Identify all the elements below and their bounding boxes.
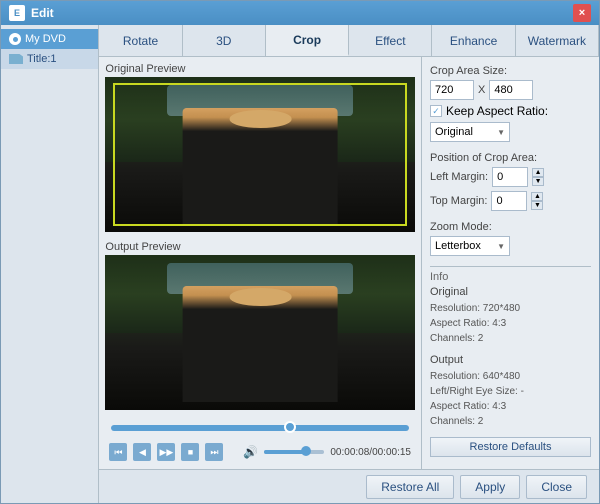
zoom-dropdown-row: Letterbox ▼ xyxy=(430,236,591,256)
crop-position-group: Position of Crop Area: Left Margin: ▲ ▼ … xyxy=(430,152,591,211)
crop-area-size-group: Crop Area Size: X Keep Aspect Ratio: xyxy=(430,65,591,142)
left-margin-down[interactable]: ▼ xyxy=(532,177,544,186)
restore-defaults-button[interactable]: Restore Defaults xyxy=(430,437,591,457)
tabs-bar: Rotate 3D Crop Effect Enhance Watermark xyxy=(99,25,599,57)
settings-panel: Crop Area Size: X Keep Aspect Ratio: xyxy=(421,57,599,469)
volume-icon: 🔊 xyxy=(243,445,258,459)
restore-all-button[interactable]: Restore All xyxy=(366,475,454,499)
original-preview-label: Original Preview xyxy=(105,63,415,75)
top-margin-up[interactable]: ▲ xyxy=(531,192,543,201)
skip-back-button[interactable]: ⏮ xyxy=(109,443,127,461)
output-info-title: Output xyxy=(430,354,591,366)
keep-aspect-row: Keep Aspect Ratio: xyxy=(430,104,591,118)
scrubber-track[interactable] xyxy=(111,425,409,431)
media-controls: ⏮ ◀ ▶▶ ■ ⏭ 🔊 00:00:08/00:00:15 xyxy=(105,441,415,463)
sidebar: My DVD Title:1 xyxy=(1,25,99,503)
crop-area-size-label: Crop Area Size: xyxy=(430,65,591,77)
tab-watermark[interactable]: Watermark xyxy=(516,25,599,56)
output-channels: Channels: 2 xyxy=(430,414,591,429)
crop-size-row: X xyxy=(430,80,591,100)
crop-width-input[interactable] xyxy=(430,80,474,100)
sidebar-title: My DVD xyxy=(25,33,66,45)
stop-button[interactable]: ■ xyxy=(181,443,199,461)
zoom-mode-group: Zoom Mode: Letterbox ▼ xyxy=(430,221,591,256)
aspect-dropdown-arrow: ▼ xyxy=(497,128,505,137)
top-margin-input[interactable] xyxy=(491,191,527,211)
sidebar-header: My DVD xyxy=(1,29,98,49)
position-label: Position of Crop Area: xyxy=(430,152,591,164)
top-margin-spinner: ▲ ▼ xyxy=(531,192,543,210)
original-aspect: Aspect Ratio: 4:3 xyxy=(430,316,591,331)
tab-enhance[interactable]: Enhance xyxy=(432,25,515,56)
top-margin-down[interactable]: ▼ xyxy=(531,201,543,210)
play-button[interactable]: ▶▶ xyxy=(157,443,175,461)
aspect-dropdown[interactable]: Original ▼ xyxy=(430,122,510,142)
x-separator: X xyxy=(478,84,485,96)
tab-3d[interactable]: 3D xyxy=(183,25,266,56)
edit-area: Original Preview xyxy=(99,57,599,469)
output-preview-section: Output Preview xyxy=(105,241,415,415)
original-info-title: Original xyxy=(430,286,591,298)
main-content: My DVD Title:1 Rotate 3D Crop Effect Enh… xyxy=(1,25,599,503)
crop-height-input[interactable] xyxy=(489,80,533,100)
title-bar: E Edit × xyxy=(1,1,599,25)
file-icon xyxy=(9,54,23,64)
original-preview-box xyxy=(105,77,415,232)
volume-slider[interactable] xyxy=(264,450,324,454)
left-margin-label: Left Margin: xyxy=(430,171,488,183)
window-icon: E xyxy=(9,5,25,21)
bottom-bar: Restore All Apply Close xyxy=(99,469,599,503)
close-window-button[interactable]: × xyxy=(573,4,591,22)
original-channels: Channels: 2 xyxy=(430,331,591,346)
top-margin-label: Top Margin: xyxy=(430,195,487,207)
window-title: Edit xyxy=(31,6,573,20)
dvd-icon xyxy=(9,33,21,45)
keep-aspect-checkbox[interactable] xyxy=(430,105,442,117)
output-leftrighteyesize: Left/Right Eye Size: - xyxy=(430,384,591,399)
info-divider xyxy=(430,266,591,267)
scrubber-area xyxy=(105,419,415,437)
tab-effect[interactable]: Effect xyxy=(349,25,432,56)
original-resolution: Resolution: 720*480 xyxy=(430,301,591,316)
left-margin-up[interactable]: ▲ xyxy=(532,168,544,177)
left-margin-input[interactable] xyxy=(492,167,528,187)
sidebar-item-label: Title:1 xyxy=(27,53,57,65)
preview-panel: Original Preview xyxy=(99,57,421,469)
scrubber-handle[interactable] xyxy=(284,421,296,433)
sidebar-item-title1[interactable]: Title:1 xyxy=(1,49,98,69)
zoom-mode-label: Zoom Mode: xyxy=(430,221,591,233)
keep-aspect-label: Keep Aspect Ratio: xyxy=(446,104,548,118)
info-title: Info xyxy=(430,271,591,283)
original-preview-section: Original Preview xyxy=(105,63,415,237)
time-display: 00:00:08/00:00:15 xyxy=(330,447,411,458)
aspect-dropdown-row: Original ▼ xyxy=(430,122,591,142)
left-margin-spinner: ▲ ▼ xyxy=(532,168,544,186)
output-aspect: Aspect Ratio: 4:3 xyxy=(430,399,591,414)
zoom-dropdown-arrow: ▼ xyxy=(497,242,505,251)
left-margin-row: Left Margin: ▲ ▼ xyxy=(430,167,591,187)
top-margin-row: Top Margin: ▲ ▼ xyxy=(430,191,591,211)
apply-button[interactable]: Apply xyxy=(460,475,520,499)
tab-crop[interactable]: Crop xyxy=(266,25,349,56)
edit-window: E Edit × My DVD Title:1 Rotate 3D Crop xyxy=(0,0,600,504)
info-section: Info Original Resolution: 720*480 Aspect… xyxy=(430,266,591,457)
close-button[interactable]: Close xyxy=(526,475,587,499)
tab-rotate[interactable]: Rotate xyxy=(99,25,182,56)
right-panel: Rotate 3D Crop Effect Enhance Watermark … xyxy=(99,25,599,503)
output-preview-box xyxy=(105,255,415,410)
output-resolution: Resolution: 640*480 xyxy=(430,369,591,384)
skip-forward-button[interactable]: ⏭ xyxy=(205,443,223,461)
zoom-dropdown[interactable]: Letterbox ▼ xyxy=(430,236,510,256)
step-back-button[interactable]: ◀ xyxy=(133,443,151,461)
output-preview-label: Output Preview xyxy=(105,241,415,253)
